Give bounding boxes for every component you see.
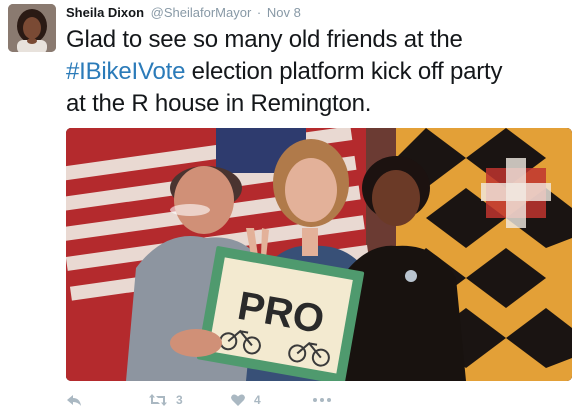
like-button[interactable]: 4 xyxy=(230,388,261,412)
tweet[interactable]: Sheila Dixon @SheilaforMayor · Nov 8 Gla… xyxy=(0,0,578,415)
reply-button[interactable] xyxy=(66,388,82,412)
tweet-text: Glad to see so many old friends at the #… xyxy=(66,24,566,120)
tweet-text-line-2: #IBikeIVote election platform kick off p… xyxy=(66,56,566,88)
hashtag-link[interactable]: #IBikeIVote xyxy=(66,58,185,85)
retweet-count: 3 xyxy=(176,393,183,407)
hand xyxy=(170,329,222,357)
separator-dot: · xyxy=(256,5,262,20)
tweet-text-line-3: at the R house in Remington. xyxy=(66,90,372,117)
retweet-icon xyxy=(148,392,168,408)
retweet-button[interactable]: 3 xyxy=(148,388,183,412)
tweet-timestamp[interactable]: Nov 8 xyxy=(267,5,301,20)
tweet-photo[interactable]: PRO xyxy=(66,128,572,381)
author-name[interactable]: Sheila Dixon xyxy=(66,5,144,20)
reply-icon xyxy=(66,392,82,408)
tweet-text-line-1: Glad to see so many old friends at the xyxy=(66,26,463,53)
more-button[interactable] xyxy=(312,388,332,412)
more-icon xyxy=(312,392,332,408)
tweet-header: Sheila Dixon @SheilaforMayor · Nov 8 xyxy=(66,4,301,22)
author-handle[interactable]: @SheilaforMayor xyxy=(151,5,252,20)
tweet-actions: 3 4 xyxy=(66,388,386,412)
heart-icon xyxy=(230,392,246,408)
tweet-text-after-hashtag: election platform kick off party xyxy=(185,58,503,85)
like-count: 4 xyxy=(254,393,261,407)
author-avatar[interactable] xyxy=(8,4,56,52)
